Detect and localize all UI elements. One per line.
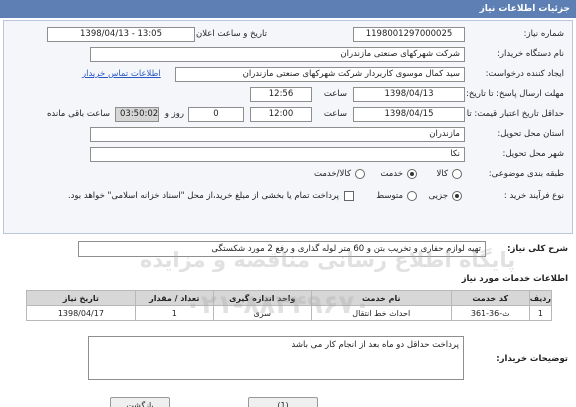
buyer-org-label: نام دستگاه خریدار: [497, 49, 564, 59]
cell-qty: 1 [134, 305, 214, 321]
province-label: استان محل تحویل: [497, 129, 564, 139]
city-field: نکا [90, 147, 465, 162]
city-label: شهر محل تحویل: [502, 149, 564, 159]
back-button[interactable]: بازگشت [110, 397, 170, 407]
process-minor-label: جزیی [428, 191, 448, 201]
province-field: مازندران [90, 127, 465, 142]
send-deadline-label: مهلت ارسال پاسخ: تا تاریخ: [466, 89, 564, 99]
need-summary-field: تهیه لوازم حفاری و تخریب بتن و 60 متر لو… [78, 241, 486, 257]
remaining-label: ساعت باقی مانده [46, 109, 110, 119]
col-qty: تعداد / مقدار [134, 290, 214, 306]
announce-field: 1398/04/13 - 13:05 [47, 27, 195, 42]
process-medium-radio[interactable] [407, 191, 417, 201]
cell-date: 1398/04/17 [26, 305, 136, 321]
validity-days: 0 [188, 107, 244, 122]
buyer-notes-field: پرداخت حداقل دو ماه بعد از انجام کار می … [88, 336, 464, 380]
send-deadline-time: 12:56 [250, 87, 312, 102]
process-label: نوع فرآیند خرید : [503, 191, 564, 201]
treasury-note: پرداخت تمام یا بخشی از مبلغ خرید،از محل … [67, 191, 339, 201]
services-header-row: ردیف کد خدمت نام خدمت واحد اندازه گیری ت… [26, 290, 553, 306]
need-summary-label: شرح کلی نیاز: [507, 244, 568, 254]
creator-label: ایجاد کننده درخواست: [485, 69, 564, 79]
category-label: طبقه بندی موضوعی: [488, 169, 564, 179]
page-header: جزئیات اطلاعات نیاز [0, 0, 576, 18]
need-number-label: شماره نیاز: [523, 29, 564, 39]
process-minor-radio[interactable] [452, 191, 462, 201]
cell-code: ث-36-361 [450, 305, 530, 321]
validity-days-label: روز و [164, 109, 184, 119]
table-row: 1 ث-36-361 احداث خط انتقال سری 1 1398/04… [26, 305, 553, 321]
remaining-timer: 03:50:02 [115, 107, 159, 122]
services-title: اطلاعات خدمات مورد نیاز [461, 274, 568, 284]
col-code: کد خدمت [450, 290, 530, 306]
validity-time-label: ساعت [323, 109, 347, 119]
creator-field: سید کمال موسوی کاربردار شرکت شهرکهای صنع… [175, 67, 465, 82]
treasury-checkbox[interactable] [344, 191, 354, 201]
send-deadline-date: 1398/04/13 [353, 87, 465, 102]
category-both-label: کالا/خدمت [314, 169, 351, 179]
page-title: جزئیات اطلاعات نیاز [479, 4, 570, 14]
send-deadline-time-label: ساعت [323, 89, 347, 99]
col-unit: واحد اندازه گیری [212, 290, 312, 306]
buyer-notes-label: توضیحات خریدار: [496, 354, 568, 364]
col-date: تاریخ نیاز [26, 290, 136, 306]
process-medium-label: متوسط [376, 191, 403, 201]
cell-unit: سری [212, 305, 312, 321]
category-goods-radio[interactable] [452, 169, 462, 179]
need-details-panel: شماره نیاز: 1198001297000025 تاریخ و ساع… [3, 20, 573, 234]
cell-name: احداث خط انتقال [310, 305, 452, 321]
cell-row: 1 [528, 305, 553, 321]
col-name: نام خدمت [310, 290, 452, 306]
category-service-label: خدمت [380, 169, 403, 179]
footer-button-1[interactable]: (1) [248, 397, 318, 407]
category-both-radio[interactable] [355, 169, 365, 179]
col-row: ردیف [528, 290, 553, 306]
services-table: ردیف کد خدمت نام خدمت واحد اندازه گیری ت… [26, 290, 553, 321]
validity-time: 12:00 [250, 107, 312, 122]
buyer-contact-link[interactable]: اطلاعات تماس خریدار [82, 69, 161, 79]
validity-date: 1398/04/15 [353, 107, 465, 122]
category-goods-label: کالا [436, 169, 448, 179]
need-number-field: 1198001297000025 [353, 27, 465, 42]
category-service-radio[interactable] [407, 169, 417, 179]
buyer-org-field: شرکت شهرکهای صنعتی مازندران [90, 47, 465, 62]
